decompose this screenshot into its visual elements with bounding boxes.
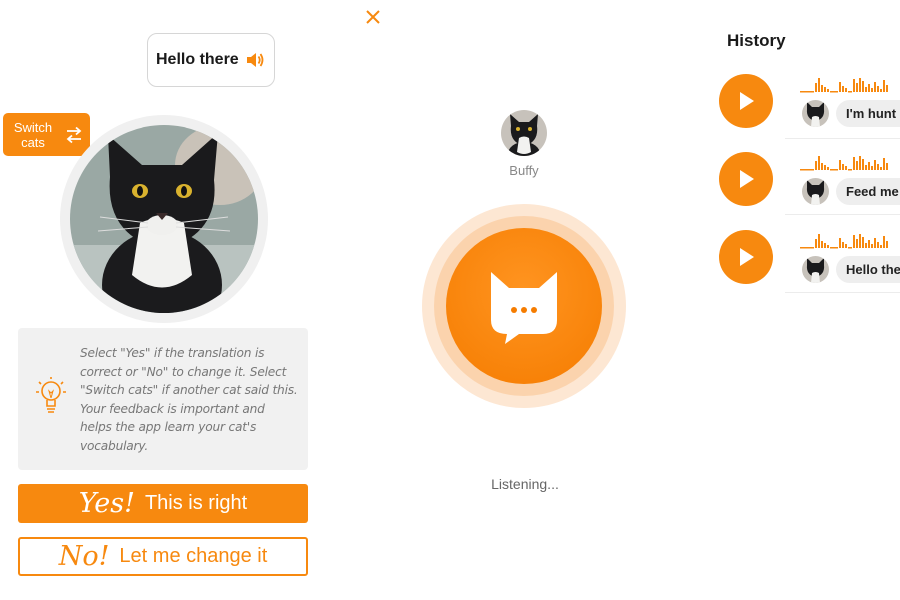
- history-message: Hello the: [836, 256, 900, 283]
- translation-bubble: Hello there: [147, 33, 275, 87]
- switch-cats-button[interactable]: Switch cats: [3, 113, 90, 156]
- history-divider: [785, 138, 900, 139]
- play-icon: [740, 170, 754, 188]
- swap-arrows-icon: [66, 126, 82, 143]
- play-button[interactable]: [719, 230, 773, 284]
- yes-sublabel: This is right: [144, 492, 248, 514]
- history-message: I'm hunt: [836, 100, 900, 127]
- audio-waveform: [800, 234, 888, 249]
- switch-cats-label: Switch cats: [13, 119, 53, 150]
- play-button[interactable]: [719, 74, 773, 128]
- speaker-icon[interactable]: [245, 51, 265, 69]
- cat-photo: [70, 125, 258, 313]
- history-message: Feed me: [836, 178, 900, 205]
- translation-text: Hello there: [156, 51, 239, 68]
- history-divider: [785, 214, 900, 215]
- cat-avatar[interactable]: [501, 110, 547, 156]
- play-button[interactable]: [719, 152, 773, 206]
- listening-status: Listening...: [491, 476, 559, 492]
- close-icon[interactable]: [364, 8, 382, 26]
- no-sublabel: Let me change it: [119, 545, 268, 567]
- history-title: History: [727, 31, 786, 50]
- cat-name: Buffy: [509, 163, 539, 178]
- cat-head-icon: [491, 272, 557, 344]
- no-label: No!: [58, 541, 110, 572]
- audio-waveform: [800, 156, 888, 171]
- listen-button[interactable]: [446, 228, 602, 384]
- feedback-tip-text: Select "Yes" if the translation is corre…: [80, 346, 298, 453]
- play-icon: [740, 92, 754, 110]
- lightbulb-icon: [36, 377, 66, 413]
- no-change-button[interactable]: No! Let me change it: [18, 537, 308, 576]
- play-icon: [740, 248, 754, 266]
- feedback-tip-box: Select "Yes" if the translation is corre…: [18, 328, 308, 470]
- app-screen: Hello there Switch cats Select "Yes" if …: [0, 0, 900, 600]
- yes-correct-button[interactable]: Yes! This is right: [18, 484, 308, 523]
- mini-cat-avatar: [802, 256, 829, 283]
- history-item: I'm hunt: [712, 74, 900, 146]
- history-divider: [785, 292, 900, 293]
- mini-cat-avatar: [802, 178, 829, 205]
- mini-cat-avatar: [802, 100, 829, 127]
- audio-waveform: [800, 78, 888, 93]
- yes-label: Yes!: [78, 488, 135, 519]
